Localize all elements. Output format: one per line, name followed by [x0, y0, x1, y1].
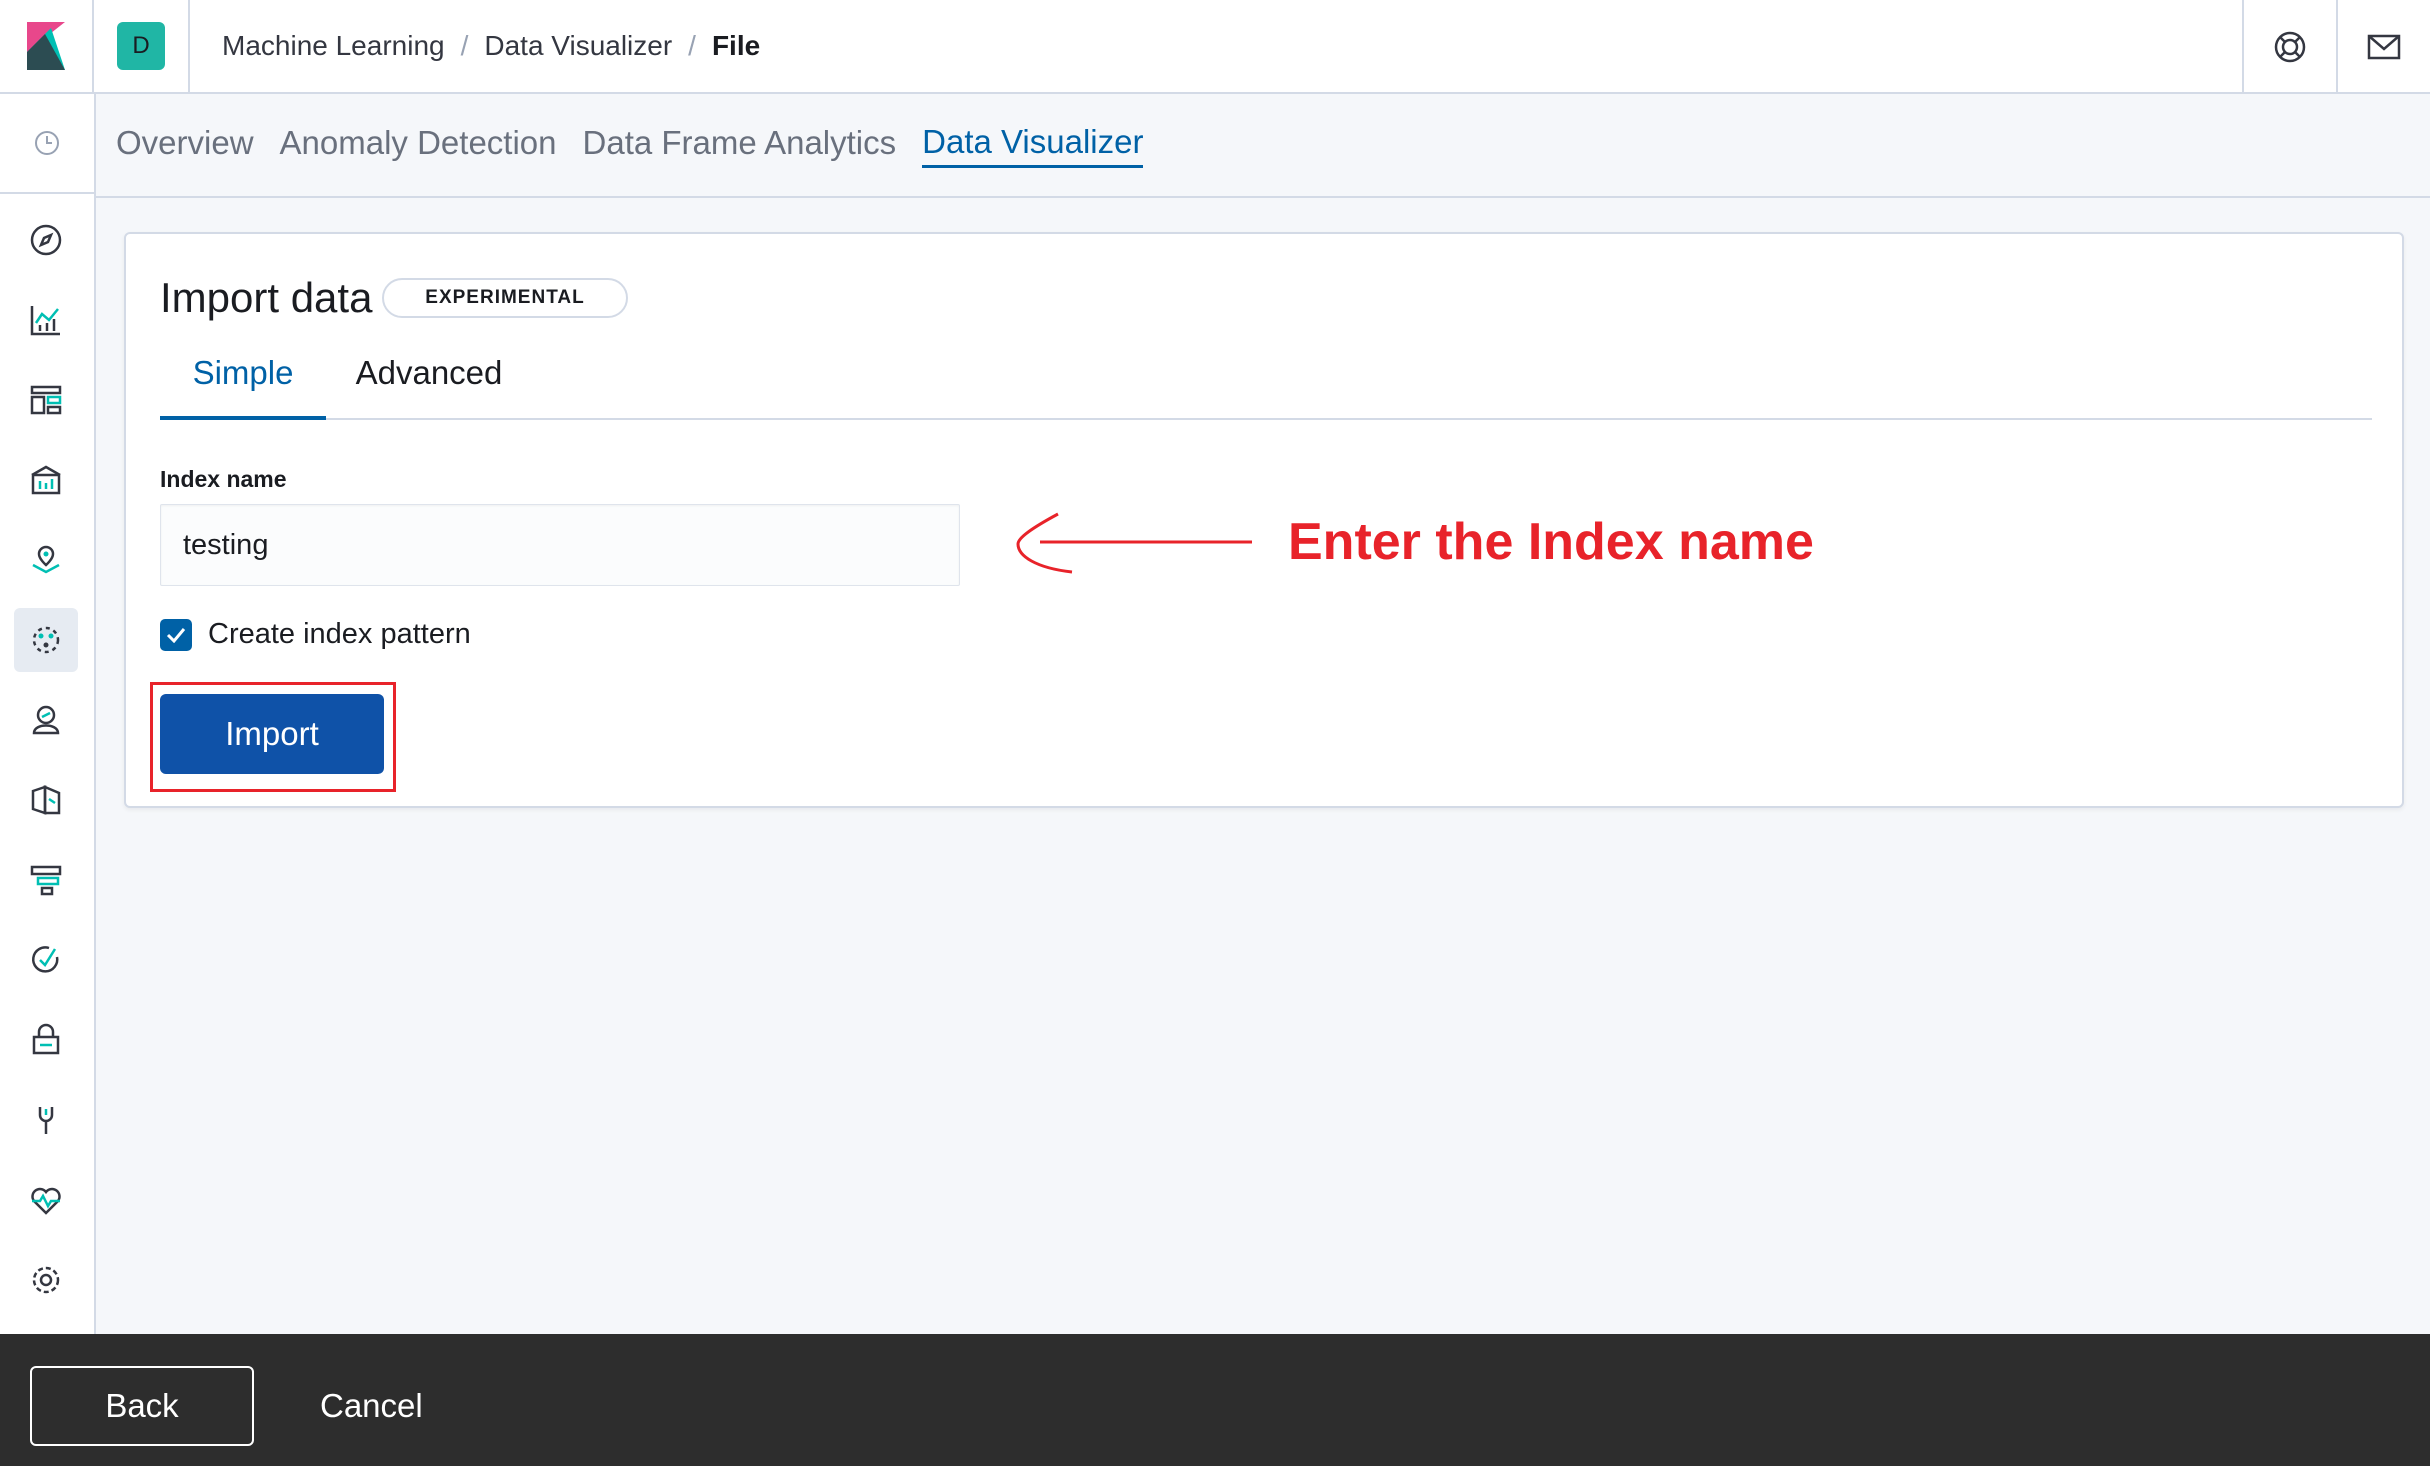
- breadcrumb-file: File: [711, 30, 761, 61]
- monitoring-icon: [31, 1187, 61, 1215]
- maps-icon: [32, 545, 60, 574]
- visualize-icon: [30, 306, 60, 336]
- nav-dev-tools[interactable]: [14, 1088, 78, 1152]
- tab-anomaly-detection[interactable]: Anomaly Detection: [280, 124, 557, 166]
- uptime-icon: [31, 946, 59, 973]
- tab-advanced[interactable]: Advanced: [346, 352, 512, 420]
- recent-items-button[interactable]: [0, 94, 94, 194]
- logs-icon: [31, 785, 61, 815]
- nav-monitoring[interactable]: [14, 1168, 78, 1232]
- kibana-logo[interactable]: [0, 0, 94, 93]
- ml-icon: [32, 626, 60, 654]
- import-button[interactable]: Import: [160, 694, 384, 774]
- ml-tab-bar: Overview Anomaly Detection Data Frame An…: [96, 94, 2430, 198]
- nav-maps[interactable]: [14, 528, 78, 592]
- tab-data-frame-analytics[interactable]: Data Frame Analytics: [583, 124, 897, 166]
- index-name-input[interactable]: [160, 504, 960, 586]
- nav-dashboard[interactable]: [14, 368, 78, 432]
- breadcrumb-machine-learning[interactable]: Machine Learning: [222, 30, 445, 62]
- siem-icon: [32, 1023, 60, 1055]
- panel-title: Import data: [160, 274, 373, 321]
- dev-tools-icon: [38, 1107, 54, 1134]
- canvas-icon: [31, 465, 61, 495]
- side-navigation: [0, 94, 96, 1334]
- nav-apm[interactable]: [14, 848, 78, 912]
- tab-data-visualizer[interactable]: Data Visualizer: [922, 123, 1144, 168]
- bottom-bar: Back Cancel: [0, 1334, 2430, 1466]
- apm-icon: [30, 865, 62, 896]
- create-index-pattern-row: Create index pattern: [160, 618, 471, 651]
- index-name-label: Index name: [160, 466, 287, 492]
- top-header: D Machine Learning / Data Visualizer / F…: [0, 0, 2430, 94]
- create-index-pattern-label: Create index pattern: [208, 618, 471, 650]
- help-button[interactable]: [2242, 0, 2336, 94]
- checkmark-icon: [166, 627, 186, 643]
- management-icon: [32, 1266, 60, 1294]
- nav-discover[interactable]: [14, 208, 78, 272]
- nav-uptime[interactable]: [14, 928, 78, 992]
- discover-icon: [30, 224, 62, 256]
- help-icon: [2274, 31, 2306, 63]
- breadcrumb-data-visualizer[interactable]: Data Visualizer: [484, 30, 672, 62]
- metrics-icon: [32, 705, 60, 735]
- dashboard-icon: [30, 385, 62, 415]
- import-mode-tabs: Simple Advanced: [160, 352, 2372, 420]
- space-avatar[interactable]: D: [117, 22, 165, 70]
- breadcrumb-separator: /: [688, 30, 696, 61]
- annotation-arrow-icon: [1016, 512, 1252, 574]
- create-index-pattern-checkbox[interactable]: [160, 618, 192, 651]
- nav-metrics[interactable]: [14, 688, 78, 752]
- nav-siem[interactable]: [14, 1008, 78, 1072]
- experimental-badge: EXPERIMENTAL: [382, 278, 628, 318]
- back-button[interactable]: Back: [30, 1366, 254, 1446]
- kibana-logo-icon: [27, 22, 65, 70]
- nav-visualize[interactable]: [14, 288, 78, 352]
- tab-simple[interactable]: Simple: [160, 352, 326, 420]
- nav-machine-learning[interactable]: [14, 608, 78, 672]
- nav-management[interactable]: [14, 1248, 78, 1312]
- annotation-text: Enter the Index name: [1288, 513, 1814, 571]
- cancel-button[interactable]: Cancel: [296, 1366, 447, 1446]
- tab-overview[interactable]: Overview: [116, 124, 254, 166]
- breadcrumb: Machine Learning / Data Visualizer / Fil…: [190, 30, 760, 62]
- recent-icon: [35, 131, 59, 155]
- breadcrumb-separator: /: [460, 30, 469, 61]
- nav-canvas[interactable]: [14, 448, 78, 512]
- nav-logs[interactable]: [14, 768, 78, 832]
- news-feed-button[interactable]: [2336, 0, 2430, 94]
- mail-icon: [2367, 34, 2401, 60]
